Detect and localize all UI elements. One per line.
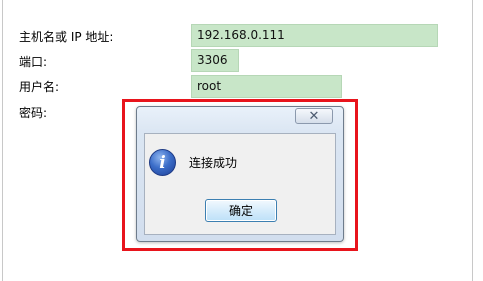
close-button[interactable]: ✕ — [295, 108, 333, 124]
port-field[interactable]: 3306 — [191, 49, 239, 72]
close-icon: ✕ — [308, 108, 320, 124]
host-label: 主机名或 IP 地址: — [19, 30, 114, 44]
password-label: 密码: — [19, 106, 48, 120]
dialog-content: i 连接成功 确定 — [144, 133, 336, 235]
window-border-left — [2, 0, 3, 281]
port-label: 端口: — [19, 55, 48, 69]
username-field[interactable]: root — [191, 75, 342, 98]
message-dialog: ✕ i 连接成功 确定 — [136, 106, 344, 242]
info-icon: i — [149, 149, 176, 176]
ok-button[interactable]: 确定 — [205, 199, 277, 222]
dialog-message: 连接成功 — [189, 156, 238, 170]
host-field[interactable]: 192.168.0.111 — [191, 24, 438, 47]
window-border-right — [472, 0, 473, 281]
user-label: 用户名: — [19, 80, 60, 94]
